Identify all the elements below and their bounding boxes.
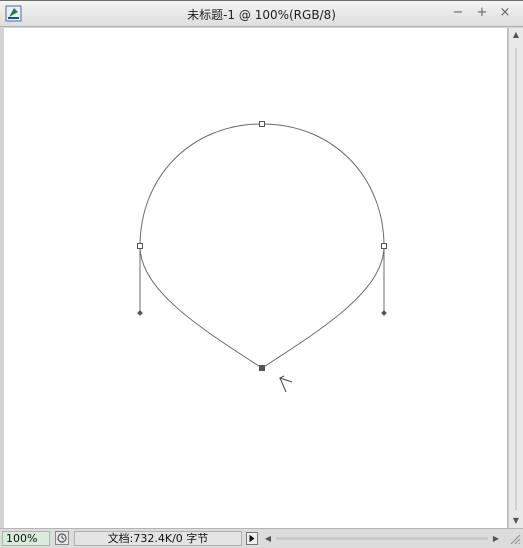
work-path[interactable] — [139, 123, 385, 369]
scroll-right-icon[interactable]: ▶ — [490, 531, 502, 546]
pen-tool-cursor-icon — [278, 375, 293, 393]
document-size-info: 文档:732.4K/0 字节 — [74, 531, 242, 546]
right-handle-point[interactable] — [381, 310, 387, 316]
status-info-icon[interactable] — [55, 531, 69, 545]
document-canvas[interactable] — [4, 28, 508, 528]
bottom-anchor-point-selected[interactable] — [259, 365, 265, 371]
canvas-drawing — [137, 121, 387, 393]
zoom-level-field[interactable]: 100% — [2, 531, 50, 546]
triangle-right-icon[interactable] — [246, 532, 258, 545]
resize-grip-icon[interactable] — [508, 532, 521, 545]
horizontal-scroll-track[interactable] — [276, 537, 488, 540]
window-title: 未标题-1 @ 100%(RGB/8) — [187, 8, 336, 22]
right-anchor-point[interactable] — [381, 243, 387, 249]
top-anchor-point[interactable] — [259, 121, 265, 127]
scroll-up-icon[interactable]: ▲ — [509, 28, 523, 42]
vertical-scrollbar[interactable]: ▲ ▼ — [508, 28, 523, 528]
title-bar[interactable]: 未标题-1 @ 100%(RGB/8) − + × — [0, 1, 523, 27]
minimize-button[interactable]: − — [450, 6, 466, 20]
horizontal-scrollbar[interactable]: ◀ ▶ — [262, 531, 502, 546]
status-bar: 100% 文档:732.4K/0 字节 ◀ ▶ — [0, 528, 523, 548]
scroll-down-icon[interactable]: ▼ — [509, 514, 523, 528]
scroll-left-icon[interactable]: ◀ — [262, 531, 274, 546]
left-anchor-point[interactable] — [137, 243, 143, 249]
close-button[interactable]: × — [497, 6, 513, 20]
vertical-scroll-track[interactable] — [515, 48, 517, 510]
maximize-button[interactable]: + — [474, 6, 490, 20]
document-window: 未标题-1 @ 100%(RGB/8) − + × ▲ ▼ 100% 文档:73… — [0, 0, 523, 548]
left-handle-point[interactable] — [137, 310, 143, 316]
